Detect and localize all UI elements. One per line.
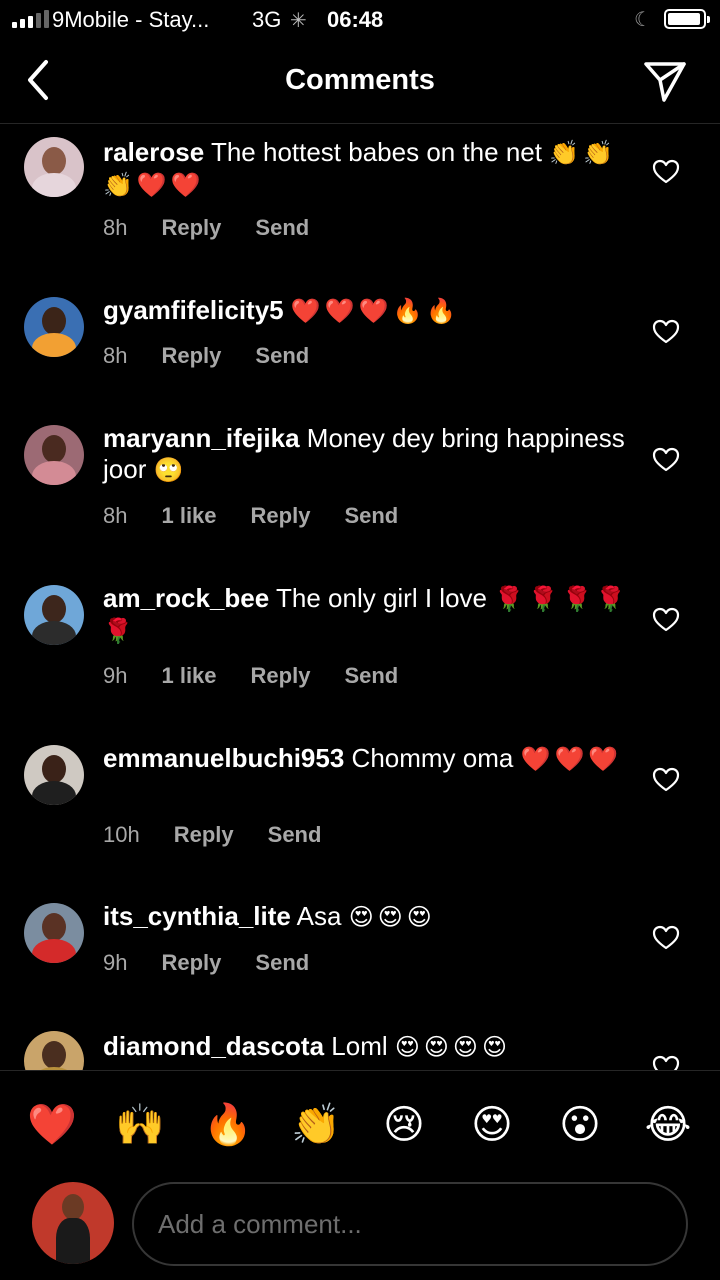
reply-button[interactable]: Reply — [161, 215, 221, 241]
comment-composer — [0, 1180, 720, 1280]
reaction-raising-hands-button[interactable]: 🙌 — [112, 1099, 168, 1151]
avatar[interactable] — [24, 745, 84, 805]
avatar[interactable] — [24, 1031, 84, 1070]
comment-meta: 10h Reply Send — [103, 822, 355, 848]
send-button[interactable]: Send — [344, 503, 398, 529]
reply-button[interactable]: Reply — [251, 503, 311, 529]
comment-username[interactable]: emmanuelbuchi953 — [103, 743, 344, 773]
comment-emoji: 🙄 — [153, 457, 188, 484]
comment-emoji: 😍😍😍😍 — [394, 1034, 511, 1061]
reaction-heart-eyes-button[interactable]: 😍 — [464, 1099, 520, 1151]
comment-meta: 8h Reply Send — [103, 343, 343, 369]
comment-username[interactable]: its_cynthia_lite — [103, 901, 291, 931]
do-not-disturb-icon: ☾ — [634, 9, 652, 31]
comment-meta: 8h 1 like Reply Send — [103, 503, 432, 529]
comment-username[interactable]: diamond_dascota — [103, 1031, 324, 1061]
comment-username[interactable]: am_rock_bee — [103, 583, 269, 613]
reaction-heart-button[interactable]: ❤️ — [24, 1099, 80, 1151]
avatar[interactable] — [24, 297, 84, 357]
network-type: 3G — [252, 7, 282, 32]
avatar[interactable] — [24, 137, 84, 197]
reply-button[interactable]: Reply — [174, 822, 234, 848]
my-avatar[interactable] — [32, 1182, 114, 1264]
heart-icon[interactable] — [652, 767, 680, 793]
comment-username[interactable]: maryann_ifejika — [103, 423, 300, 453]
comment-time: 8h — [103, 503, 128, 528]
signal-strength-icon — [12, 10, 49, 28]
carrier-name: 9Mobile - Stay... — [52, 7, 210, 32]
reaction-fire-button[interactable]: 🔥 — [200, 1099, 256, 1151]
heart-icon[interactable] — [652, 319, 680, 345]
heart-icon[interactable] — [652, 607, 680, 633]
comment-time: 8h — [103, 215, 128, 240]
page-title: Comments — [285, 64, 435, 96]
comment-emoji: ❤️❤️❤️🔥🔥 — [290, 298, 461, 325]
heart-icon[interactable] — [652, 159, 680, 185]
like-count[interactable]: 1 like — [161, 503, 216, 529]
send-button[interactable]: Send — [268, 822, 322, 848]
reply-button[interactable]: Reply — [161, 343, 221, 369]
loading-spinner-icon: ✳ — [290, 10, 307, 32]
comment-time: 10h — [103, 822, 140, 847]
comment-emoji: ❤️❤️❤️ — [520, 746, 623, 773]
heart-icon[interactable] — [652, 447, 680, 473]
status-bar: 9Mobile - Stay... 3G ✳ 06:48 ☾ — [0, 0, 720, 40]
send-button[interactable]: Send — [344, 663, 398, 689]
header: Comments — [0, 40, 720, 124]
comment-body: Loml — [331, 1031, 388, 1061]
reaction-crying-button[interactable]: 😢 — [376, 1099, 432, 1151]
send-button[interactable]: Send — [255, 950, 309, 976]
send-button[interactable]: Send — [255, 343, 309, 369]
comment-time: 9h — [103, 663, 128, 688]
comment-body: The hottest babes on the net — [210, 137, 542, 167]
heart-icon[interactable] — [652, 1055, 680, 1070]
comment-input[interactable] — [132, 1182, 688, 1266]
avatar[interactable] — [24, 903, 84, 963]
reply-button[interactable]: Reply — [161, 950, 221, 976]
comment-meta: 9h Reply Send — [103, 950, 343, 976]
comment-emoji: 😍😍😍 — [348, 904, 436, 931]
comment-body: Chommy oma — [351, 743, 514, 773]
comment-username[interactable]: ralerose — [103, 137, 204, 167]
like-count[interactable]: 1 like — [161, 663, 216, 689]
avatar[interactable] — [24, 425, 84, 485]
reaction-laughing-button[interactable]: 😂 — [640, 1099, 696, 1151]
direct-message-icon[interactable] — [642, 58, 688, 104]
comment-body: Asa — [296, 901, 342, 931]
comment-time: 9h — [103, 950, 128, 975]
status-time: 06:48 — [327, 7, 384, 32]
reply-button[interactable]: Reply — [251, 663, 311, 689]
comment-meta: 9h 1 like Reply Send — [103, 663, 432, 689]
send-button[interactable]: Send — [255, 215, 309, 241]
reaction-surprised-button[interactable]: 😮 — [552, 1099, 608, 1151]
comment-username[interactable]: gyamfifelicity5 — [103, 295, 284, 325]
avatar[interactable] — [24, 585, 84, 645]
comments-list[interactable]: ralerose The hottest babes on the net 👏👏… — [0, 125, 720, 1070]
comment-time: 8h — [103, 343, 128, 368]
comment-body: The only girl I love — [276, 583, 487, 613]
comment-meta: 8h Reply Send — [103, 215, 343, 241]
battery-icon — [664, 9, 710, 29]
quick-reaction-bar: ❤️ 🙌 🔥 👏 😢 😍 😮 😂 — [0, 1070, 720, 1180]
reaction-clap-button[interactable]: 👏 — [288, 1099, 344, 1151]
heart-icon[interactable] — [652, 925, 680, 951]
